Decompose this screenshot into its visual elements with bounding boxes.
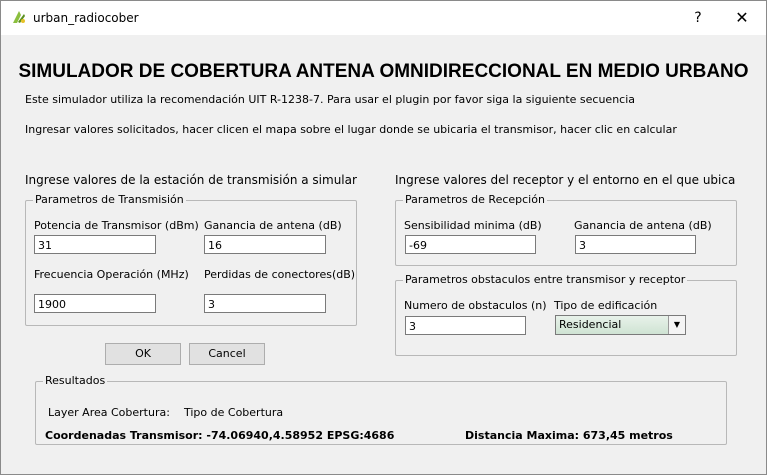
transmission-params-group: Parametros de Transmisión Potencia de Tr… bbox=[25, 193, 357, 326]
results-group: Resultados Layer Area Cobertura: Tipo de… bbox=[35, 374, 727, 445]
qgis-icon bbox=[13, 11, 25, 23]
building-type-label: Tipo de edificación bbox=[554, 299, 658, 312]
cancel-button[interactable]: Cancel bbox=[189, 343, 265, 365]
tx-power-input[interactable]: 31 bbox=[34, 235, 156, 254]
rx-gain-label: Ganancia de antena (dB) bbox=[574, 219, 712, 232]
rx-gain-input[interactable]: 3 bbox=[575, 235, 696, 254]
tx-gain-input[interactable]: 16 bbox=[204, 235, 326, 254]
transmission-params-title: Parametros de Transmisión bbox=[33, 193, 186, 206]
coverage-type-label: Tipo de Cobertura bbox=[184, 406, 284, 419]
obstacle-count-input[interactable]: 3 bbox=[405, 316, 526, 335]
tx-power-label: Potencia de Transmisor (dBm) bbox=[34, 219, 199, 232]
window-title: urban_radiocober bbox=[33, 11, 139, 25]
ok-button[interactable]: OK bbox=[105, 343, 181, 365]
tx-loss-input[interactable]: 3 bbox=[204, 294, 326, 313]
dialog-window: urban_radiocober ? ✕ SIMULADOR DE COBERT… bbox=[0, 0, 767, 475]
obstacles-params-group: Parametros obstaculos entre transmisor y… bbox=[395, 273, 737, 356]
building-type-select[interactable]: Residencial ▼ bbox=[555, 315, 686, 335]
reception-params-title: Parametros de Recepción bbox=[403, 193, 547, 206]
chevron-down-icon[interactable]: ▼ bbox=[668, 316, 685, 334]
tx-freq-label: Frecuencia Operación (MHz) bbox=[34, 268, 189, 281]
rx-sensitivity-input[interactable]: -69 bbox=[405, 235, 536, 254]
building-type-value: Residencial bbox=[559, 318, 622, 331]
reception-params-group: Parametros de Recepción Sensibilidad min… bbox=[395, 193, 737, 266]
results-title: Resultados bbox=[43, 374, 108, 387]
help-button[interactable]: ? bbox=[685, 5, 711, 31]
max-distance-text: Distancia Maxima: 673,45 metros bbox=[465, 429, 673, 442]
instructions-text: Ingresar valores solicitados, hacer clic… bbox=[25, 123, 677, 136]
receiver-heading: Ingrese valores del receptor y el entorn… bbox=[395, 173, 736, 187]
rx-sensitivity-label: Sensibilidad minima (dB) bbox=[404, 219, 542, 232]
tx-freq-input[interactable]: 1900 bbox=[34, 294, 156, 313]
title-bar[interactable]: urban_radiocober ? ✕ bbox=[1, 1, 766, 35]
page-title: SIMULADOR DE COBERTURA ANTENA OMNIDIRECC… bbox=[18, 61, 749, 82]
tx-gain-label: Ganancia de antena (dB) bbox=[204, 219, 342, 232]
obstacle-count-label: Numero de obstaculos (n) bbox=[404, 299, 547, 312]
intro-text: Este simulador utiliza la recomendación … bbox=[25, 93, 636, 106]
obstacles-params-title: Parametros obstaculos entre transmisor y… bbox=[403, 273, 688, 286]
close-button[interactable]: ✕ bbox=[729, 5, 755, 31]
transmitter-coords-text: Coordenadas Transmisor: -74.06940,4.5895… bbox=[45, 429, 395, 442]
transmitter-heading: Ingrese valores de la estación de transm… bbox=[25, 173, 357, 187]
layer-area-label: Layer Area Cobertura: bbox=[48, 406, 170, 419]
tx-loss-label: Perdidas de conectores(dB) bbox=[204, 268, 356, 281]
